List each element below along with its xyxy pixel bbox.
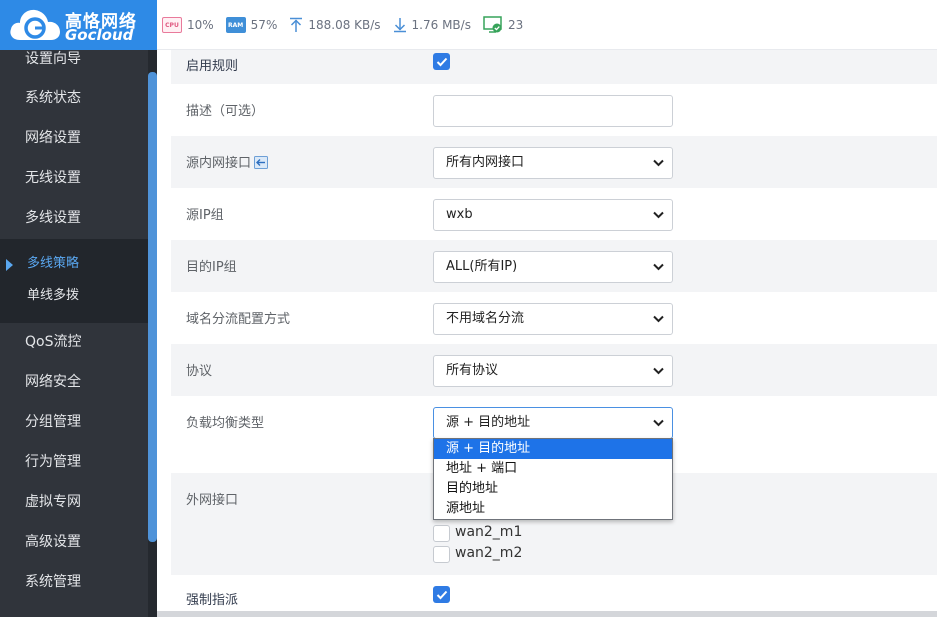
ram-icon: RAM	[225, 17, 246, 33]
brand-name-en: Gocloud	[65, 26, 134, 44]
sidebar-item-behavior-management[interactable]: 行为管理	[0, 442, 148, 482]
wan2-m2-checkbox[interactable]	[433, 546, 450, 563]
rule-form: 启用规则 描述（可选） 源内网接口 所有内网接口 源IP组 wxb 目的IP组 …	[171, 50, 937, 617]
wan2-m2-label: wan2_m2	[455, 545, 523, 561]
sidebar-scrollbar[interactable]	[148, 72, 157, 542]
sidebar-item-wireless-settings[interactable]: 无线设置	[0, 158, 148, 198]
sidebar-item-vpn[interactable]: 虚拟专网	[0, 482, 148, 522]
wan2-m1-checkbox[interactable]	[433, 525, 450, 542]
checkmark-icon	[436, 590, 447, 599]
ram-value: 57%	[250, 18, 278, 32]
lb-type-dropdown: 源 + 目的地址 地址 + 端口 目的地址 源地址	[433, 438, 673, 520]
domain-mode-value: 不用域名分流	[446, 311, 525, 326]
sidebar-item-qos[interactable]: QoS流控	[0, 322, 148, 362]
src-lan-interface-label: 源内网接口	[186, 152, 269, 171]
ram-stat: RAM 57%	[225, 17, 278, 33]
src-lan-interface-value: 所有内网接口	[446, 155, 525, 170]
cpu-stat: CPU 10%	[162, 17, 214, 33]
dst-ip-group-label: 目的IP组	[186, 260, 237, 275]
lb-type-option[interactable]: 源 + 目的地址	[434, 439, 672, 459]
lb-type-option[interactable]: 目的地址	[434, 479, 672, 499]
monitor-check-icon	[483, 16, 502, 33]
dst-ip-group-select[interactable]: ALL(所有IP)	[433, 251, 673, 283]
src-lan-interface-select[interactable]: 所有内网接口	[433, 147, 673, 179]
force-assign-label: 强制指派	[186, 593, 239, 608]
lb-type-option[interactable]: 源地址	[434, 499, 672, 519]
lb-type-option[interactable]: 地址 + 端口	[434, 459, 672, 479]
protocol-value: 所有协议	[446, 363, 499, 378]
chevron-down-icon	[653, 211, 664, 219]
domain-mode-select[interactable]: 不用域名分流	[433, 303, 673, 335]
dst-ip-group-value: ALL(所有IP)	[446, 259, 518, 274]
sidebar-item-group-management[interactable]: 分组管理	[0, 402, 148, 442]
system-stats: CPU 10% RAM 57% 188.08 KB/s 1.76 MB/s 23	[162, 0, 535, 50]
cloud-logo-icon	[10, 9, 60, 41]
src-ip-group-label: 源IP组	[186, 208, 224, 223]
sidebar-item-single-line-multidial[interactable]: 单线多拨	[0, 280, 148, 312]
enable-rule-checkbox[interactable]	[433, 53, 450, 70]
sidebar-item-multiwan-policy[interactable]: 多线策略	[0, 248, 148, 280]
src-ip-group-value: wxb	[446, 207, 473, 222]
form-row-enable-rule: 启用规则	[171, 50, 937, 84]
sidebar-item-network-settings[interactable]: 网络设置	[0, 118, 148, 158]
chevron-down-icon	[653, 315, 664, 323]
chevron-down-icon	[653, 419, 664, 427]
src-lan-interface-label-text: 源内网接口	[186, 156, 252, 171]
form-row-description: 描述（可选）	[171, 84, 937, 136]
lb-type-label: 负载均衡类型	[186, 416, 265, 431]
sidebar-item-advanced-settings[interactable]: 高级设置	[0, 522, 148, 562]
sidebar-item-setup-wizard[interactable]: 设置向导	[0, 50, 148, 79]
sidebar-submenu: 多线策略 单线多拨	[0, 239, 148, 323]
checkmark-icon	[436, 57, 447, 66]
force-assign-checkbox[interactable]	[433, 586, 450, 603]
description-input[interactable]	[433, 95, 673, 127]
enable-rule-label: 启用规则	[186, 59, 239, 74]
back-arrow-icon[interactable]	[254, 156, 269, 169]
lb-type-select[interactable]: 源 + 目的地址	[433, 407, 673, 439]
description-label: 描述（可选）	[186, 104, 265, 119]
top-header: 高恪网络 Gocloud CPU 10% RAM 57% 188.08 KB/s	[0, 0, 937, 50]
bottom-scroll-edge	[157, 611, 937, 617]
sidebar-nav: 设置向导 系统状态 网络设置 无线设置 多线设置 多线策略 单线多拨 QoS流控…	[0, 50, 157, 617]
upload-arrow-icon	[290, 17, 303, 32]
wan-interface-label: 外网接口	[186, 493, 239, 508]
sidebar-item-system-management[interactable]: 系统管理	[0, 562, 148, 602]
sidebar-item-network-security[interactable]: 网络安全	[0, 362, 148, 402]
protocol-label: 协议	[186, 364, 213, 379]
sidebar-item-multiwan-settings[interactable]: 多线设置	[0, 198, 148, 238]
download-value: 1.76 MB/s	[411, 18, 471, 32]
download-arrow-icon	[393, 18, 406, 33]
sidebar-item-system-status[interactable]: 系统状态	[0, 78, 148, 118]
connected-devices-stat: 23	[483, 16, 523, 34]
lb-type-value: 源 + 目的地址	[446, 415, 531, 430]
src-ip-group-select[interactable]: wxb	[433, 199, 673, 231]
domain-mode-label: 域名分流配置方式	[186, 312, 291, 327]
download-stat: 1.76 MB/s	[393, 17, 471, 33]
brand-logo[interactable]: 高恪网络 Gocloud	[0, 0, 157, 50]
chevron-down-icon	[653, 367, 664, 375]
cpu-icon: CPU	[162, 17, 182, 33]
form-row-dst-ip-group: 目的IP组 ALL(所有IP)	[171, 240, 937, 292]
form-row-domain-mode: 域名分流配置方式 不用域名分流	[171, 292, 937, 344]
upload-value: 188.08 KB/s	[308, 18, 381, 32]
chevron-down-icon	[653, 263, 664, 271]
upload-stat: 188.08 KB/s	[289, 17, 381, 33]
form-row-src-ip-group: 源IP组 wxb	[171, 188, 937, 240]
form-row-src-lan-interface: 源内网接口 所有内网接口	[171, 136, 937, 188]
protocol-select[interactable]: 所有协议	[433, 355, 673, 387]
connected-count: 23	[507, 18, 524, 32]
wan2-m1-label: wan2_m1	[455, 524, 523, 540]
cpu-value: 10%	[187, 18, 214, 32]
form-row-protocol: 协议 所有协议	[171, 344, 937, 396]
chevron-down-icon	[653, 159, 664, 167]
